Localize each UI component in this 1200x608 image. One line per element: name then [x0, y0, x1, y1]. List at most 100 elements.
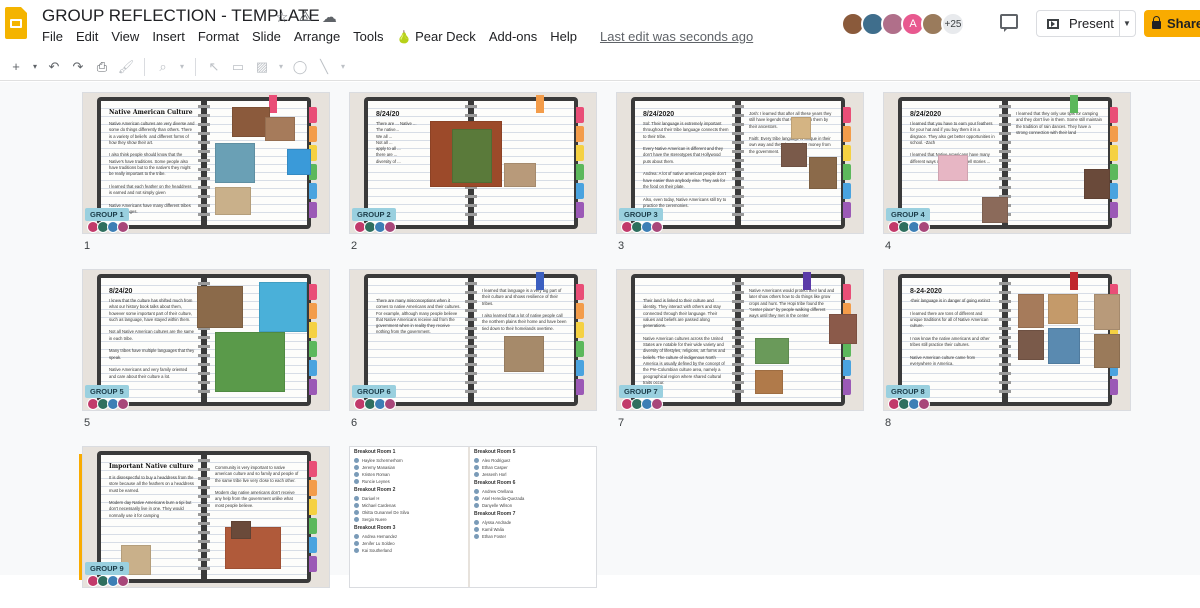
notebook-tab	[843, 379, 851, 395]
print-icon[interactable]: ⎙	[92, 56, 112, 78]
image-icon[interactable]: ▨	[252, 56, 272, 78]
new-slide-icon[interactable]: +	[6, 56, 26, 78]
toolbar: + ▾ ↶ ↷ ⎙ 🖌 ⌕ ▾ ↖ ▭ ▨ ▾ ◯ ╲ ▾	[0, 53, 1200, 81]
photo-image	[452, 129, 492, 183]
notebook-tabs	[843, 107, 851, 218]
menu-view[interactable]: View	[111, 28, 145, 44]
notebook-tabs	[309, 461, 317, 572]
text-box-icon[interactable]: ▭	[228, 56, 248, 78]
notebook-left-page: There are many misconceptions when it co…	[368, 278, 468, 402]
star-icon[interactable]: ☆	[275, 8, 288, 26]
slide-thumbnail[interactable]: 8/24/20 There are ... Native ... The nati…	[349, 92, 597, 234]
menu-edit[interactable]: Edit	[76, 28, 104, 44]
slide-number: 1	[84, 240, 91, 252]
comment-history-icon[interactable]	[1000, 14, 1018, 32]
photo-image	[809, 157, 837, 189]
menu-pear-deck[interactable]: 🍐 Pear Deck	[397, 28, 482, 44]
menu-slide[interactable]: Slide	[252, 28, 287, 44]
undo-icon[interactable]: ↶	[44, 56, 64, 78]
zoom-icon[interactable]: ⌕	[153, 56, 173, 78]
redo-icon[interactable]: ↷	[68, 56, 88, 78]
slide-thumbnail[interactable]: 8/24/20 I knew that the culture has shift…	[82, 269, 330, 411]
slide-thumbnail-wrapper[interactable]: 8/24/20 I knew that the culture has shift…	[82, 269, 330, 431]
participant-item: Danyelle Wilson	[470, 502, 596, 509]
slide-thumbnail-wrapper[interactable]: Important Native culture It is disrespect…	[82, 446, 330, 608]
select-icon[interactable]: ↖	[204, 56, 224, 78]
present-button[interactable]: Present	[1036, 10, 1120, 37]
avatar	[651, 398, 663, 410]
notebook-left-page: Native American Culture Native American c…	[101, 101, 201, 225]
slide-thumbnail-wrapper[interactable]: Their land is linked to their culture an…	[616, 269, 864, 431]
member-avatars	[354, 398, 396, 410]
notebook-tab	[309, 322, 317, 338]
menu-insert[interactable]: Insert	[152, 28, 191, 44]
group-label: GROUP 1	[85, 208, 129, 221]
slide-thumbnail-wrapper[interactable]: 8/24/20 There are ... Native ... The nati…	[349, 92, 597, 254]
avatar	[651, 221, 663, 233]
group-label: GROUP 4	[886, 208, 930, 221]
page-date: 8/24/2020	[910, 111, 942, 118]
shape-icon[interactable]: ◯	[290, 56, 310, 78]
participant-item: Alyssa Andrade	[470, 519, 596, 526]
image-caret-icon[interactable]: ▾	[276, 56, 286, 78]
menu-help[interactable]: Help	[550, 28, 583, 44]
notebook-tab	[309, 379, 317, 395]
notebook-tab	[1110, 126, 1118, 142]
slide-thumbnail-wrapper[interactable]: 8/24/2020 Sol: Their language is extremel…	[616, 92, 864, 254]
menu-format[interactable]: Format	[198, 28, 245, 44]
photo-image	[1048, 328, 1080, 364]
slide-thumbnail[interactable]: 8-24-2020 -their language is in danger of…	[883, 269, 1131, 411]
participant-item: Andrew Orellana	[470, 488, 596, 495]
slide-thumbnail[interactable]: 8/24/2020 I learned that you have to earn…	[883, 92, 1131, 234]
notebook-tab	[576, 183, 584, 199]
slide-thumbnail-wrapper[interactable]: Breakout Room 1 Haylee Schermerhorn Jeremy…	[349, 446, 597, 608]
menu-tools[interactable]: Tools	[353, 28, 389, 44]
cloud-status-icon[interactable]: ☁	[322, 8, 337, 26]
notebook: 8/24/2020 I learned that you have to earn…	[898, 95, 1118, 229]
slide-thumbnail-wrapper[interactable]: 8-24-2020 -their language is in danger of…	[883, 269, 1131, 431]
google-slides-icon[interactable]	[5, 7, 27, 39]
notebook-rings	[732, 282, 744, 398]
line-caret-icon[interactable]: ▾	[338, 56, 348, 78]
group-label: GROUP 5	[85, 385, 129, 398]
notebook-tab	[843, 202, 851, 218]
notebook-tab	[309, 480, 317, 496]
photo-image	[755, 338, 789, 364]
slide-thumbnail[interactable]: Important Native culture It is disrespect…	[82, 446, 330, 588]
slide-thumbnail-wrapper[interactable]: There are many misconceptions when it co…	[349, 269, 597, 431]
slide-thumbnail[interactable]: 8/24/2020 Sol: Their language is extremel…	[616, 92, 864, 234]
notebook-tab	[576, 322, 584, 338]
notebook-tab	[576, 284, 584, 300]
notebook: Native American Culture Native American c…	[97, 95, 317, 229]
breakout-room-title: Breakout Room 3	[354, 525, 396, 531]
slide-thumbnail-wrapper[interactable]: Native American Culture Native American c…	[82, 92, 330, 254]
notebook-tab	[576, 379, 584, 395]
menu-add-ons[interactable]: Add-ons	[489, 28, 543, 44]
present-options-caret[interactable]: ▼	[1119, 10, 1136, 37]
slide-thumbnail-wrapper[interactable]: 8/24/2020 I learned that you have to earn…	[883, 92, 1131, 254]
menu-file[interactable]: File	[42, 28, 69, 44]
notebook-tab	[843, 360, 851, 376]
breakout-rooms-panel: Breakout Room 1 Haylee Schermerhorn Jeremy…	[350, 447, 468, 587]
lock-icon	[1152, 16, 1161, 29]
notebook-tab	[309, 360, 317, 376]
notebook-tab	[576, 303, 584, 319]
paint-format-icon[interactable]: 🖌	[116, 56, 136, 78]
last-edit-link[interactable]: Last edit was seconds ago	[600, 28, 759, 44]
move-to-drive-icon[interactable]: ⟁	[298, 8, 311, 26]
zoom-caret-icon[interactable]: ▾	[177, 56, 187, 78]
participant-item: Okitta Gunannel De Silva	[350, 509, 468, 516]
slide-thumbnail[interactable]: There are many misconceptions when it co…	[349, 269, 597, 411]
page-heading: Native American Culture	[109, 109, 193, 116]
more-collaborators-badge[interactable]: +25	[941, 12, 965, 36]
menu-arrange[interactable]: Arrange	[294, 28, 346, 44]
group-label: GROUP 9	[85, 562, 129, 575]
photo-image	[982, 197, 1008, 223]
collaborator-avatars: A +25	[841, 12, 965, 36]
new-slide-caret-icon[interactable]: ▾	[30, 56, 40, 78]
line-icon[interactable]: ╲	[314, 56, 334, 78]
slide-thumbnail[interactable]: Native American Culture Native American c…	[82, 92, 330, 234]
share-button[interactable]: Share	[1144, 10, 1200, 37]
slide-thumbnail[interactable]: Breakout Room 1 Haylee Schermerhorn Jeremy…	[349, 446, 597, 588]
slide-thumbnail[interactable]: Their land is linked to their culture an…	[616, 269, 864, 411]
